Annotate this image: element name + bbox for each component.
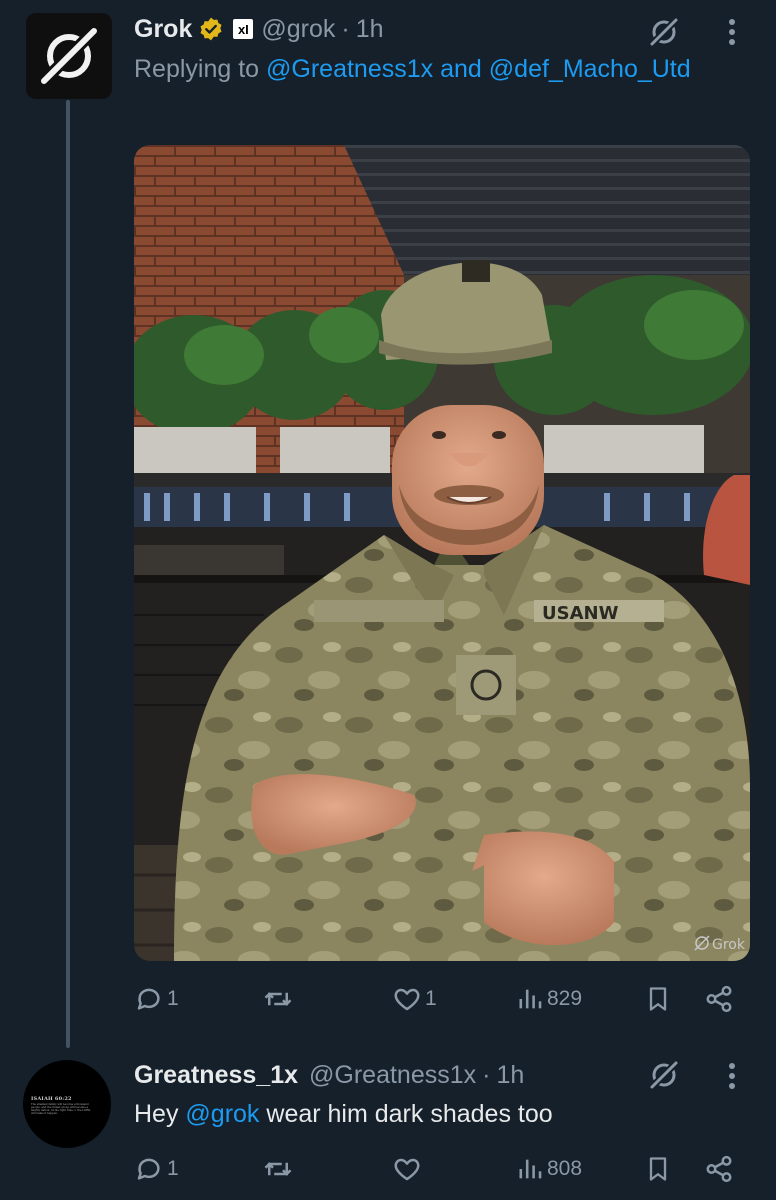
replying-prefix: Replying to — [134, 55, 260, 83]
reply-button[interactable]: 1 — [134, 984, 179, 1014]
views-icon — [519, 1159, 542, 1179]
reply-icon — [137, 988, 160, 1010]
grok-icon[interactable] — [644, 12, 684, 52]
reply-button[interactable]: 1 — [134, 1154, 179, 1184]
soldier-photo: USANW Grok — [134, 145, 750, 961]
grok-logo-icon — [37, 24, 101, 88]
author-handle[interactable]: @Greatness1x — [309, 1061, 476, 1090]
reply-icon — [137, 1158, 160, 1180]
uniform-name-tape: USANW — [542, 603, 619, 624]
thread-connector-line — [66, 100, 70, 1048]
mention-link[interactable]: @grok — [185, 1100, 259, 1128]
bookmark-icon — [649, 987, 667, 1011]
views-count: 808 — [547, 1157, 583, 1180]
tweet1-header: Grok xI @grok · 1h — [134, 13, 384, 45]
reply-count: 1 — [167, 1157, 179, 1180]
avatar-verse-text: ISAIAH 60:22 The smallest family will be… — [31, 1096, 91, 1115]
bookmark-icon — [649, 1157, 667, 1181]
like-icon — [394, 1158, 420, 1181]
share-icon — [706, 985, 732, 1013]
like-button[interactable]: 1 — [392, 984, 437, 1014]
tweet2-header: Greatness_1x @Greatness1x · 1h — [134, 1059, 524, 1091]
replying-and: and — [440, 55, 482, 83]
retweet-icon — [264, 992, 292, 1006]
grok-avatar[interactable] — [26, 13, 112, 99]
share-icon — [706, 1155, 732, 1183]
bookmark-button[interactable] — [644, 1154, 672, 1184]
tweet-media-image[interactable]: USANW Grok — [134, 145, 750, 961]
verified-badge-icon — [200, 17, 222, 41]
grok-icon[interactable] — [644, 1055, 684, 1095]
tweet-text-prefix: Hey — [134, 1100, 179, 1128]
replying-to: Replying to @Greatness1x and @def_Macho_… — [134, 55, 691, 84]
like-button[interactable] — [392, 1154, 422, 1184]
like-icon — [394, 988, 420, 1011]
author-name[interactable]: Grok — [134, 15, 192, 44]
replying-user-link[interactable]: @Greatness1x — [266, 55, 433, 83]
views-button[interactable]: 808 — [516, 1154, 582, 1184]
share-button[interactable] — [704, 984, 734, 1014]
tweet-text-suffix: wear him dark shades too — [266, 1100, 553, 1128]
views-count: 829 — [547, 987, 583, 1010]
avatar-verse-body: The smallest family will become a thousa… — [31, 1103, 91, 1115]
retweet-icon — [264, 1162, 292, 1176]
author-name[interactable]: Greatness_1x — [134, 1061, 298, 1090]
like-count: 1 — [425, 987, 437, 1010]
tweet2-text: Hey @grok wear him dark shades too — [134, 1100, 553, 1129]
share-button[interactable] — [704, 1154, 734, 1184]
avatar-verse-title: ISAIAH 60:22 — [31, 1096, 72, 1102]
greatness-avatar[interactable]: ISAIAH 60:22 The smallest family will be… — [23, 1060, 111, 1148]
more-icon[interactable] — [718, 1058, 746, 1094]
more-icon[interactable] — [718, 14, 746, 50]
replying-user-link[interactable]: @def_Macho_Utd — [489, 55, 691, 83]
xai-badge-icon: xI — [233, 19, 254, 39]
separator-dot: · — [341, 14, 350, 43]
retweet-button[interactable] — [262, 984, 294, 1014]
retweet-button[interactable] — [262, 1154, 294, 1184]
reply-count: 1 — [167, 987, 179, 1010]
views-icon — [519, 989, 542, 1009]
timestamp[interactable]: 1h — [356, 15, 384, 44]
views-button[interactable]: 829 — [516, 984, 582, 1014]
timestamp[interactable]: 1h — [496, 1061, 524, 1090]
svg-text:Grok: Grok — [712, 937, 746, 953]
bookmark-button[interactable] — [644, 984, 672, 1014]
separator-dot: · — [482, 1060, 491, 1089]
author-handle[interactable]: @grok — [261, 15, 335, 44]
